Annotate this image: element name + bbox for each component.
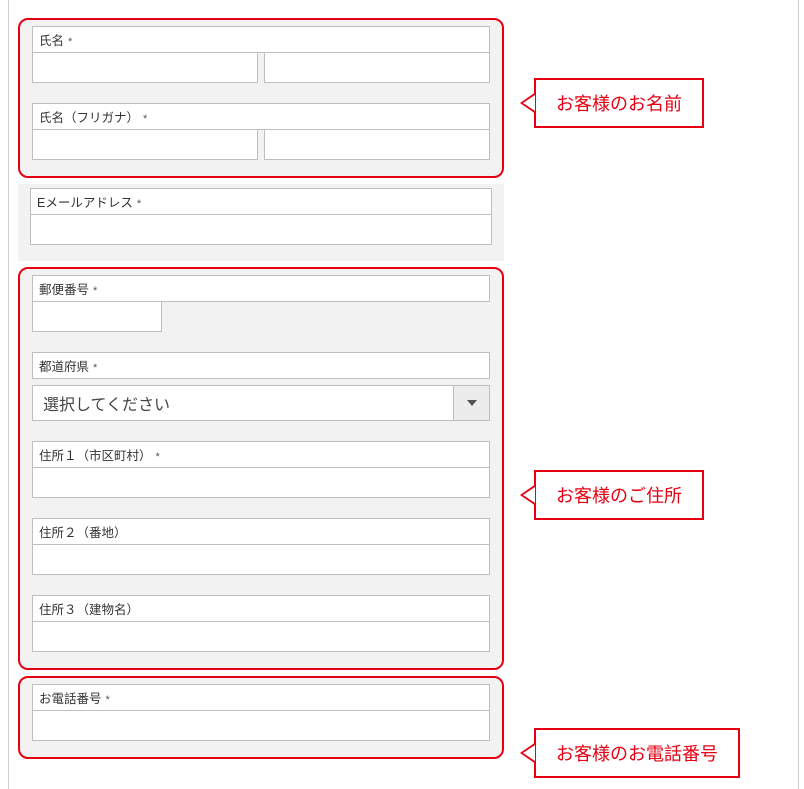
section-name: 氏名 * 氏名（フリガナ） * [18, 18, 504, 178]
section-phone: お電話番号 * [18, 676, 504, 759]
label-email-text: Eメールアドレス [37, 192, 133, 211]
label-name-text: 氏名 [39, 30, 64, 49]
field-pref: 都道府県 * 選択してください [32, 352, 490, 421]
input-firstname-kana[interactable] [264, 130, 490, 160]
section-email: Eメールアドレス * [18, 184, 504, 261]
section-address: 郵便番号 * 都道府県 * 選択してください [18, 267, 504, 670]
label-phone: お電話番号 * [32, 684, 490, 711]
input-lastname[interactable] [32, 53, 258, 83]
label-postal: 郵便番号 * [32, 275, 490, 302]
field-name-kana: 氏名（フリガナ） * [32, 103, 490, 160]
callout-arrow-icon [520, 92, 536, 114]
input-addr2[interactable] [32, 545, 490, 575]
select-pref-button[interactable] [454, 385, 490, 421]
callout-phone: お客様のお電話番号 [520, 728, 740, 778]
select-pref-value: 選択してください [32, 385, 454, 421]
callout-name-text: お客様のお名前 [534, 78, 704, 128]
label-addr3: 住所３（建物名） [32, 595, 490, 622]
required-mark: * [143, 113, 147, 125]
input-postal[interactable] [32, 302, 162, 332]
input-addr1[interactable] [32, 468, 490, 498]
label-addr1: 住所１（市区町村） * [32, 441, 490, 468]
required-mark: * [93, 362, 97, 374]
page-border-right [798, 0, 799, 789]
callout-phone-text: お客様のお電話番号 [534, 728, 740, 778]
callout-address-text: お客様のご住所 [534, 470, 704, 520]
label-phone-text: お電話番号 [39, 688, 102, 707]
field-email: Eメールアドレス * [30, 188, 492, 245]
label-addr2: 住所２（番地） [32, 518, 490, 545]
label-name-kana: 氏名（フリガナ） * [32, 103, 490, 130]
field-addr1: 住所１（市区町村） * [32, 441, 490, 498]
callout-arrow-icon [520, 742, 536, 764]
chevron-down-icon [467, 400, 477, 406]
required-mark: * [106, 694, 110, 706]
callout-address: お客様のご住所 [520, 470, 704, 520]
label-name: 氏名 * [32, 26, 490, 53]
callout-arrow-icon [520, 484, 536, 506]
field-addr2: 住所２（番地） [32, 518, 490, 575]
field-postal: 郵便番号 * [32, 275, 490, 332]
required-mark: * [93, 285, 97, 297]
field-phone: お電話番号 * [32, 684, 490, 741]
label-name-kana-text: 氏名（フリガナ） [39, 107, 139, 126]
label-addr1-text: 住所１（市区町村） [39, 445, 152, 464]
input-lastname-kana[interactable] [32, 130, 258, 160]
input-email[interactable] [30, 215, 492, 245]
label-pref: 都道府県 * [32, 352, 490, 379]
label-pref-text: 都道府県 [39, 356, 89, 375]
required-mark: * [156, 451, 160, 463]
page-border-left [8, 0, 9, 789]
label-postal-text: 郵便番号 [39, 279, 89, 298]
label-addr2-text: 住所２（番地） [39, 522, 127, 541]
label-email: Eメールアドレス * [30, 188, 492, 215]
required-mark: * [137, 198, 141, 210]
callout-name: お客様のお名前 [520, 78, 704, 128]
input-addr3[interactable] [32, 622, 490, 652]
label-addr3-text: 住所３（建物名） [39, 599, 139, 618]
input-firstname[interactable] [264, 53, 490, 83]
input-phone[interactable] [32, 711, 490, 741]
field-name: 氏名 * [32, 26, 490, 83]
field-addr3: 住所３（建物名） [32, 595, 490, 652]
required-mark: * [68, 36, 72, 48]
select-pref[interactable]: 選択してください [32, 385, 490, 421]
form-column: 氏名 * 氏名（フリガナ） * [18, 0, 504, 759]
